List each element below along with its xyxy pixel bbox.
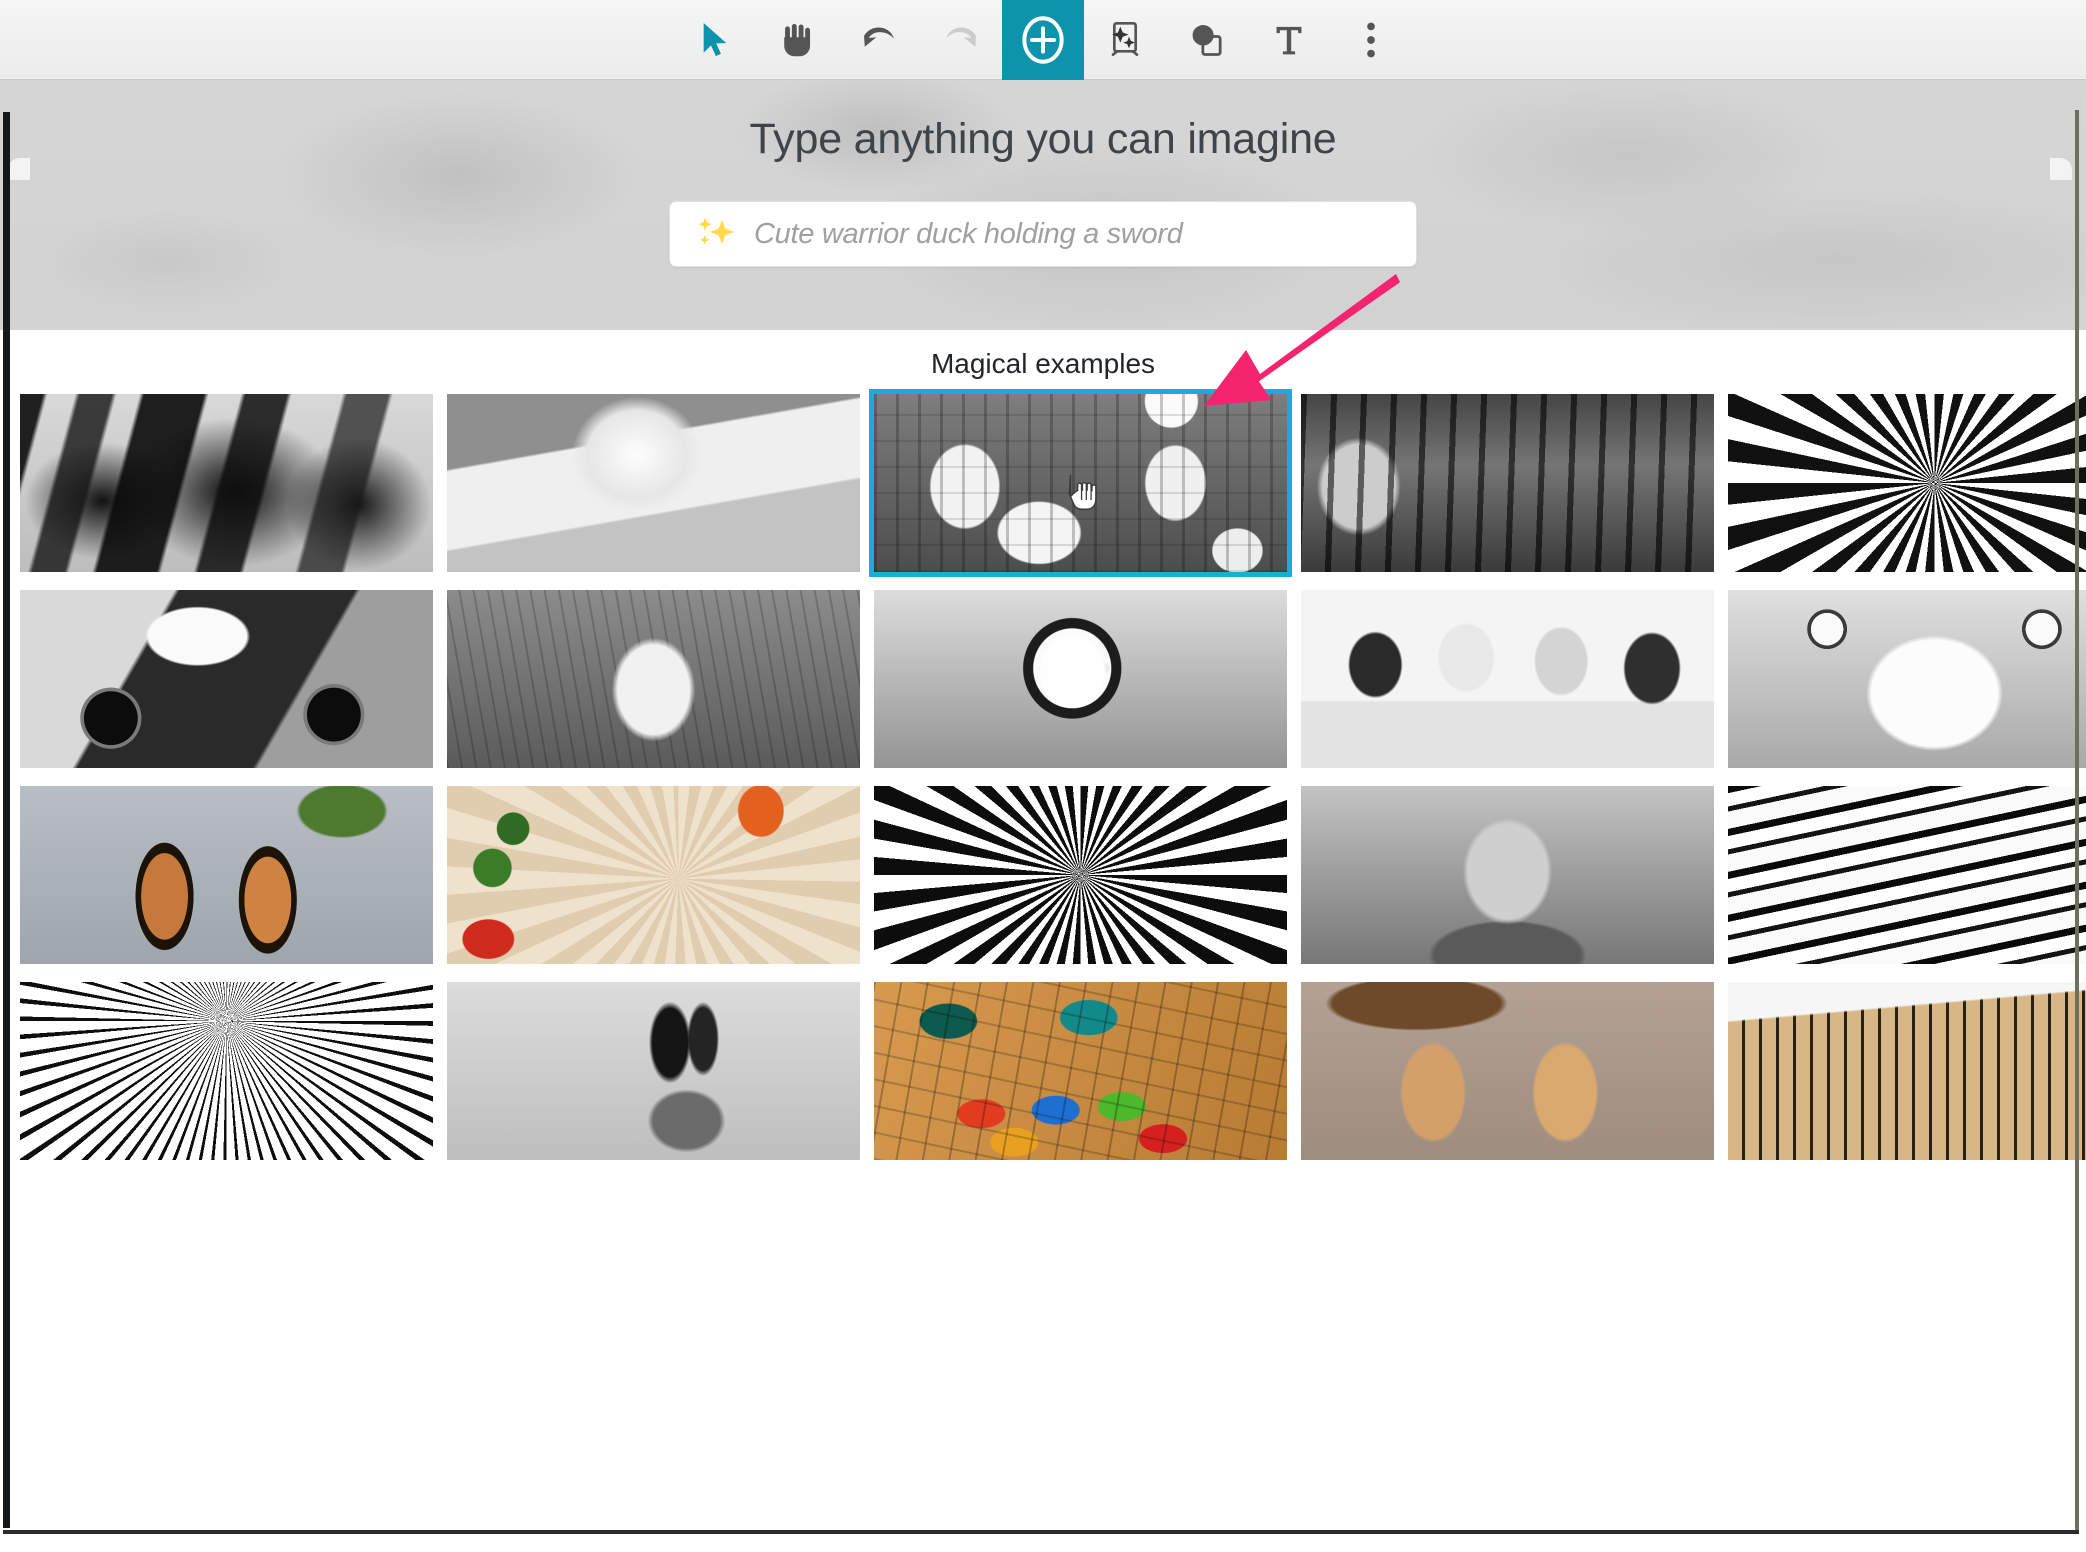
hero-corner-left — [8, 158, 30, 180]
example-forest-lantern[interactable] — [1301, 394, 1714, 572]
text-tool[interactable] — [1248, 0, 1330, 80]
hand-icon — [779, 21, 815, 59]
magical-examples-section: Magical examples — [0, 330, 2086, 1160]
example-horses[interactable] — [20, 394, 433, 572]
example-waves[interactable] — [1728, 786, 2086, 964]
sparkles-icon — [694, 214, 738, 254]
add-tool[interactable] — [1002, 0, 1084, 80]
prompt-placeholder-text: Cute warrior duck holding a sword — [754, 218, 1183, 251]
kebab-menu-icon — [1364, 20, 1378, 60]
example-ball-gown[interactable] — [20, 982, 433, 1160]
window-edge-right — [2075, 110, 2079, 1530]
toolbar — [0, 0, 2086, 80]
magic-canvas-icon — [1107, 20, 1143, 60]
window-edge-bottom — [3, 1530, 2079, 1534]
thumbnail-image — [1728, 786, 2086, 964]
thumbnail-image — [20, 786, 433, 964]
undo-button[interactable] — [838, 0, 920, 80]
thumbnail-image — [1301, 982, 1714, 1160]
thumbnail-image — [447, 786, 860, 964]
plus-circle-icon — [1019, 14, 1067, 66]
hero-corner-right — [2050, 158, 2072, 180]
select-tool[interactable] — [674, 0, 756, 80]
thumbnail-image — [1301, 590, 1714, 768]
example-motorbike[interactable] — [20, 590, 433, 768]
thumbnail-image — [20, 590, 433, 768]
redo-arrow-icon — [942, 22, 980, 58]
example-cutting-board[interactable] — [447, 786, 860, 964]
thumbnail-image — [1301, 786, 1714, 964]
example-warrior[interactable] — [1301, 786, 1714, 964]
redo-button[interactable] — [920, 0, 1002, 80]
examples-heading: Magical examples — [0, 348, 2086, 394]
text-t-icon — [1272, 22, 1306, 58]
example-hare[interactable] — [447, 982, 860, 1160]
thumbnail-image — [447, 982, 860, 1160]
thumbnail-image — [1728, 982, 2086, 1160]
app-window: Type anything you can imagine Cute warri… — [0, 0, 2086, 1552]
thumbnail-image — [20, 394, 433, 572]
thumbnail-image — [20, 982, 433, 1160]
prompt-input[interactable]: Cute warrior duck holding a sword — [669, 201, 1417, 267]
more-menu[interactable] — [1330, 0, 1412, 80]
thumbnail-image — [874, 982, 1287, 1160]
thumbnail-image — [1301, 394, 1714, 572]
example-animal-dinner[interactable] — [1301, 590, 1714, 768]
example-mandala[interactable] — [874, 786, 1287, 964]
hand-pointer-cursor — [1064, 472, 1098, 519]
example-robot-bear[interactable] — [1728, 590, 2086, 768]
example-chickens[interactable] — [874, 394, 1287, 572]
example-astronaut[interactable] — [874, 590, 1287, 768]
cursor-arrow-icon — [698, 20, 732, 60]
prompt-hero-banner: Type anything you can imagine Cute warri… — [0, 80, 2086, 330]
example-ice-queen[interactable] — [447, 590, 860, 768]
thumbnail-image — [1728, 590, 2086, 768]
examples-grid — [0, 394, 2086, 1160]
thumbnail-image — [1728, 394, 2086, 572]
window-edge-left — [3, 112, 10, 1528]
pan-tool[interactable] — [756, 0, 838, 80]
shapes-icon — [1189, 22, 1225, 58]
thumbnail-image — [874, 786, 1287, 964]
thumbnail-image — [447, 394, 860, 572]
magic-tool[interactable] — [1084, 0, 1166, 80]
thumbnail-image — [447, 590, 860, 768]
page-title: Type anything you can imagine — [749, 116, 1336, 163]
example-wood-earrings-teardrop[interactable] — [20, 786, 433, 964]
shape-tool[interactable] — [1166, 0, 1248, 80]
example-lamp[interactable] — [1728, 982, 2086, 1160]
undo-arrow-icon — [860, 22, 898, 58]
thumbnail-image — [874, 590, 1287, 768]
example-wood-earrings-oval[interactable] — [1301, 982, 1714, 1160]
example-dog-kayak[interactable] — [447, 394, 860, 572]
example-color-board[interactable] — [874, 982, 1287, 1160]
example-lighthouse[interactable] — [1728, 394, 2086, 572]
